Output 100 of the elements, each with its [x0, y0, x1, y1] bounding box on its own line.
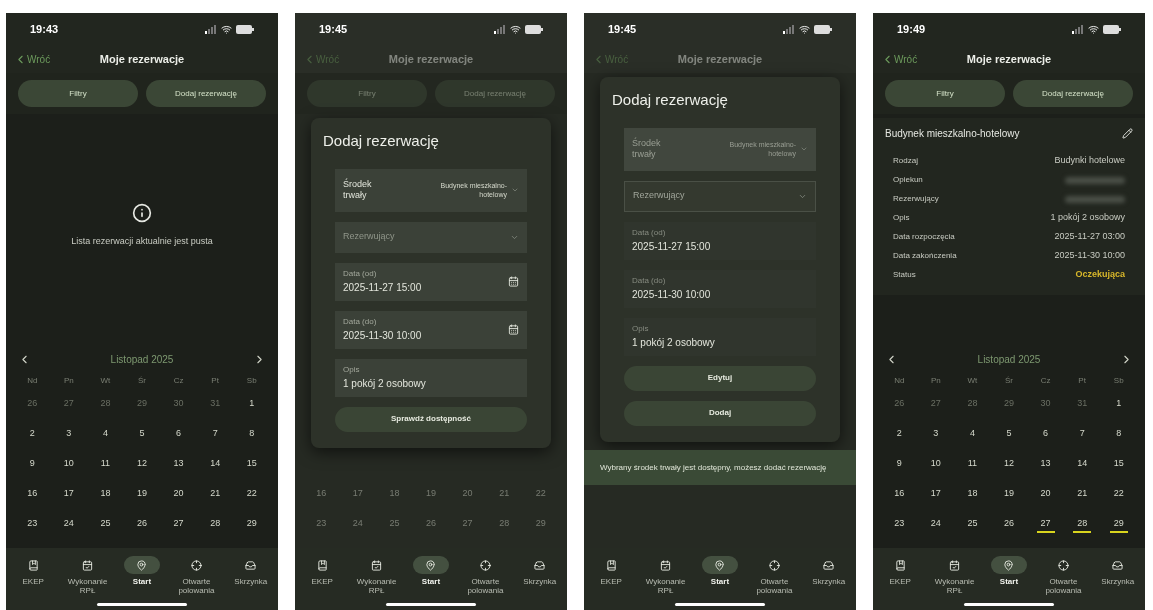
nav-tab[interactable]: Start	[403, 556, 459, 595]
calendar-day[interactable]: 5	[135, 427, 149, 443]
nav-tab[interactable]: Wykonanie RPŁ	[927, 556, 982, 595]
dialog-button[interactable]: Edytuj	[624, 365, 816, 391]
action-button[interactable]: Dodaj rezerwację	[1013, 80, 1133, 107]
calendar-day[interactable]: 13	[1036, 457, 1055, 473]
nav-tab[interactable]: Skrzynka	[801, 556, 856, 595]
text-field[interactable]: Opis 1 pokój 2 osobowy	[335, 358, 527, 397]
calendar-day[interactable]: 11	[963, 457, 982, 473]
nav-tab[interactable]: EKEP	[6, 556, 61, 595]
nav-tab[interactable]: Otwarte polowania	[458, 556, 513, 595]
calendar-day[interactable]: 23	[312, 517, 331, 533]
nav-tab[interactable]: Skrzynka	[512, 556, 567, 595]
dialog-button[interactable]: Dodaj	[624, 400, 816, 426]
calendar-day[interactable]: 21	[1073, 487, 1092, 503]
calendar-day[interactable]: 28	[206, 517, 225, 533]
calendar-day[interactable]: 26	[422, 517, 440, 533]
calendar-day[interactable]: 21	[206, 487, 225, 503]
calendar-day[interactable]: 18	[963, 487, 982, 503]
nav-tab[interactable]: Otwarte polowania	[1036, 556, 1091, 595]
nav-tab[interactable]: Otwarte polowania	[747, 556, 802, 595]
date-field[interactable]: Data (do) 2025-11-30 10:00	[335, 310, 527, 349]
calendar-day[interactable]: 17	[59, 487, 78, 503]
select-field[interactable]: Rezerwujący	[335, 221, 527, 253]
nav-tab[interactable]: Wykonanie RPŁ	[349, 556, 404, 595]
calendar-day[interactable]: 2	[892, 427, 906, 443]
calendar-day[interactable]: 17	[348, 487, 367, 503]
calendar-day[interactable]: 29	[1109, 517, 1128, 533]
calendar-day[interactable]: 11	[96, 457, 115, 473]
calendar-day[interactable]: 26	[133, 517, 151, 533]
calendar-icon[interactable]	[508, 324, 519, 335]
calendar-day[interactable]: 20	[1036, 487, 1055, 503]
calendar-day[interactable]: 14	[206, 457, 225, 473]
calendar-day[interactable]: 1	[1112, 397, 1126, 413]
calendar-day[interactable]: 10	[59, 457, 78, 473]
back-link[interactable]: Wróć	[881, 51, 918, 67]
calendar-day[interactable]: 12	[1000, 457, 1018, 473]
calendar-day[interactable]: 10	[926, 457, 945, 473]
back-link[interactable]: Wróć	[14, 51, 51, 67]
calendar-day[interactable]: 5	[1002, 427, 1016, 443]
calendar-day[interactable]: 18	[385, 487, 404, 503]
nav-tab[interactable]: Skrzynka	[1090, 556, 1145, 595]
calendar-day[interactable]: 24	[59, 517, 78, 533]
date-field[interactable]: Data (od) 2025-11-27 15:00	[335, 262, 527, 301]
action-button[interactable]: Filtry	[18, 80, 138, 107]
calendar-day[interactable]: 29	[531, 517, 550, 533]
calendar-day[interactable]: 16	[312, 487, 331, 503]
calendar-icon[interactable]	[508, 276, 519, 287]
calendar-day[interactable]: 25	[963, 517, 982, 533]
action-button[interactable]: Dodaj rezerwację	[146, 80, 266, 107]
action-button[interactable]: Filtry	[885, 80, 1005, 107]
calendar-day[interactable]: 7	[1075, 427, 1089, 443]
calendar-day[interactable]: 14	[1073, 457, 1092, 473]
calendar-day[interactable]: 3	[62, 427, 76, 443]
nav-tab[interactable]: EKEP	[295, 556, 350, 595]
calendar-day[interactable]: 24	[348, 517, 367, 533]
calendar-day[interactable]: 22	[531, 487, 550, 503]
calendar-day[interactable]: 26	[1000, 517, 1018, 533]
calendar-day[interactable]: 22	[1109, 487, 1128, 503]
calendar-day[interactable]: 20	[169, 487, 188, 503]
calendar-day[interactable]: 7	[208, 427, 222, 443]
calendar-day[interactable]: 29	[242, 517, 261, 533]
nav-tab[interactable]: EKEP	[584, 556, 639, 595]
calendar-day[interactable]: 18	[96, 487, 115, 503]
calendar-day[interactable]: 2	[25, 427, 39, 443]
calendar-day[interactable]: 19	[133, 487, 151, 503]
calendar-day[interactable]: 4	[965, 427, 979, 443]
nav-tab[interactable]: EKEP	[873, 556, 928, 595]
calendar-day[interactable]: 8	[1112, 427, 1126, 443]
edit-icon[interactable]	[1122, 128, 1133, 139]
calendar-day[interactable]: 23	[890, 517, 909, 533]
nav-tab[interactable]: Wykonanie RPŁ	[638, 556, 693, 595]
calendar-day[interactable]: 1	[245, 397, 259, 413]
calendar-day[interactable]: 6	[172, 427, 186, 443]
calendar-day[interactable]: 16	[890, 487, 909, 503]
calendar-day[interactable]: 23	[23, 517, 42, 533]
calendar-day[interactable]: 4	[98, 427, 112, 443]
dialog-button[interactable]: Sprawdź dostępność	[335, 406, 527, 432]
calendar-day[interactable]: 3	[929, 427, 943, 443]
calendar-day[interactable]: 28	[1073, 517, 1092, 533]
nav-tab[interactable]: Start	[692, 556, 748, 595]
nav-tab[interactable]: Wykonanie RPŁ	[60, 556, 115, 595]
calendar-day[interactable]: 27	[1036, 517, 1055, 533]
calendar-day[interactable]: 8	[245, 427, 259, 443]
calendar-day[interactable]: 22	[242, 487, 261, 503]
nav-tab[interactable]: Start	[981, 556, 1037, 595]
calendar-day[interactable]: 19	[1000, 487, 1018, 503]
calendar-day[interactable]: 13	[169, 457, 188, 473]
calendar-day[interactable]: 25	[96, 517, 115, 533]
calendar-day[interactable]: 9	[892, 457, 906, 473]
nav-tab[interactable]: Start	[114, 556, 170, 595]
calendar-day[interactable]: 17	[926, 487, 945, 503]
calendar-day[interactable]: 24	[926, 517, 945, 533]
calendar-day[interactable]: 6	[1039, 427, 1053, 443]
calendar-day[interactable]: 27	[169, 517, 188, 533]
nav-tab[interactable]: Otwarte polowania	[169, 556, 224, 595]
calendar-day[interactable]: 15	[242, 457, 261, 473]
calendar-day[interactable]: 25	[385, 517, 404, 533]
nav-tab[interactable]: Skrzynka	[223, 556, 278, 595]
calendar-day[interactable]: 12	[133, 457, 151, 473]
